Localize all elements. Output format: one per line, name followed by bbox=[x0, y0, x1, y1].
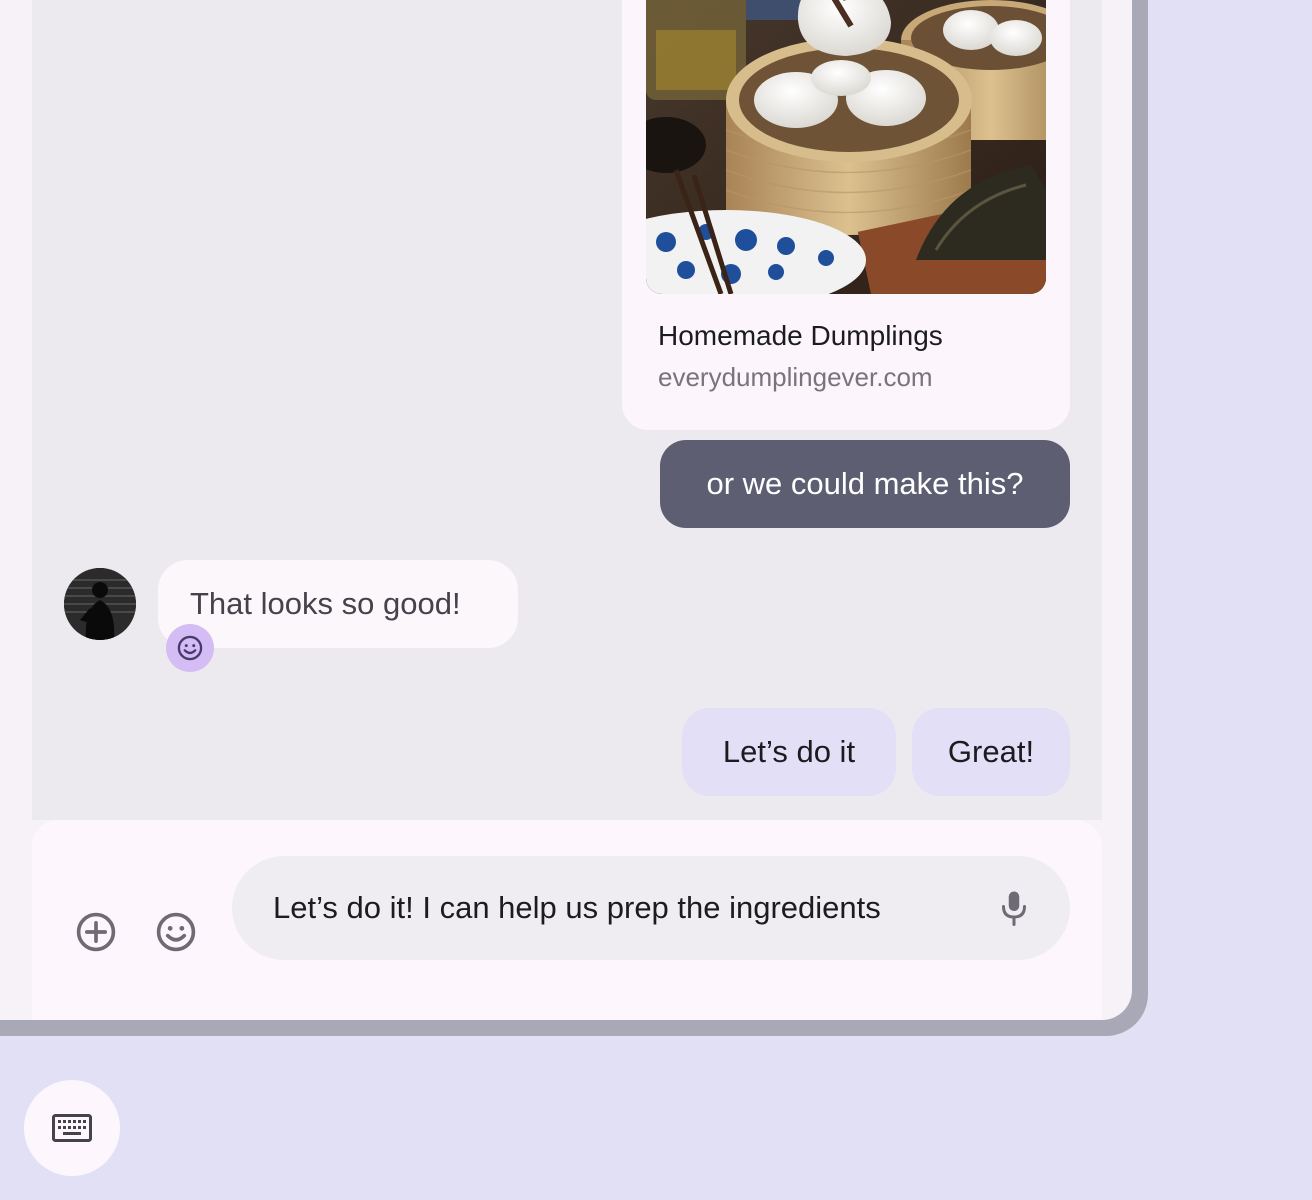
mic-icon[interactable] bbox=[986, 880, 1042, 936]
keyboard-icon[interactable] bbox=[24, 1080, 120, 1176]
smart-reply-chip-lets-do-it[interactable]: Let’s do it bbox=[682, 708, 896, 796]
message-input-text[interactable]: Let’s do it! I can help us prep the ingr… bbox=[273, 856, 881, 960]
message-input[interactable]: Let’s do it! I can help us prep the ingr… bbox=[232, 856, 1070, 960]
smiley-reaction-icon[interactable] bbox=[166, 624, 214, 672]
emoji-icon[interactable] bbox=[148, 904, 204, 960]
link-preview-title: Homemade Dumplings bbox=[658, 320, 943, 351]
received-message-bubble[interactable]: That looks so good! bbox=[158, 560, 518, 648]
compose-bar: Let’s do it! I can help us prep the ingr… bbox=[32, 820, 1102, 1020]
chat-screen: Homemade Dumplings everydumplingever.com… bbox=[0, 0, 1132, 1020]
link-preview-url[interactable]: everydumplingever.com bbox=[658, 362, 933, 393]
contact-avatar[interactable] bbox=[64, 568, 136, 640]
dumplings-photo bbox=[646, 0, 1046, 294]
smart-reply-chip-great[interactable]: Great! bbox=[912, 708, 1070, 796]
sent-message-bubble[interactable]: or we could make this? bbox=[660, 440, 1070, 528]
link-preview-card[interactable]: Homemade Dumplings everydumplingever.com bbox=[622, 0, 1070, 430]
add-circle-icon[interactable] bbox=[68, 904, 124, 960]
